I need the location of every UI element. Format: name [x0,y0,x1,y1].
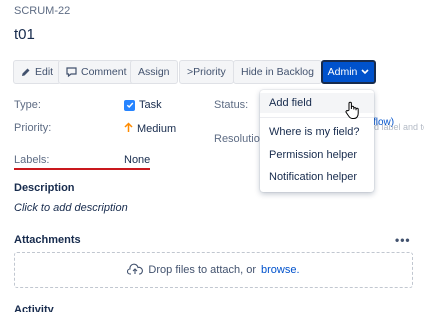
menu-item-permission-helper[interactable]: Permission helper [260,145,374,165]
labels-label: Labels: [14,154,50,166]
attachment-dropzone[interactable]: Drop files to attach, or browse. [14,252,413,288]
browse-link[interactable]: browse. [261,264,300,276]
type-label: Type: [14,99,41,111]
priority-button[interactable]: >Priority [179,60,234,84]
admin-button[interactable]: Admin [321,60,376,84]
priority-value[interactable]: Medium [124,122,176,136]
type-value-text: Task [139,99,162,111]
cloud-upload-icon [127,263,144,278]
arrow-up-icon [124,122,133,136]
menu-item-where-is-my-field[interactable]: Where is my field? [260,122,374,142]
assign-button-label: Assign [138,66,170,78]
labels-underline [14,168,150,170]
description-heading: Description [14,182,75,194]
status-label: Status: [214,99,249,111]
priority-label: Priority: [14,122,52,134]
comment-icon [66,67,77,77]
resolution-label: Resolution [214,133,266,145]
type-value[interactable]: Task [124,99,162,111]
priority-value-text: Medium [137,123,177,135]
attachments-heading: Attachments [14,234,81,246]
description-placeholder[interactable]: Click to add description [14,202,128,214]
hand-cursor-icon [344,101,360,123]
hide-in-backlog-button-label: Hide in Backlog [241,66,314,78]
activity-heading: Activity [14,304,54,312]
edit-button-label: Edit [35,66,54,78]
pencil-icon [21,67,31,77]
issue-title[interactable]: t01 [14,26,35,43]
comment-button[interactable]: Comment [58,60,135,84]
hide-in-backlog-button[interactable]: Hide in Backlog [233,60,322,84]
issue-key[interactable]: SCRUM-22 [14,5,70,17]
drop-text: Drop files to attach, or [148,264,257,276]
checkbox-icon [124,99,135,111]
menu-item-notification-helper[interactable]: Notification helper [260,167,374,187]
labels-value[interactable]: None [124,154,150,166]
edit-button[interactable]: Edit [13,60,62,84]
assign-button[interactable]: Assign [130,60,178,84]
comment-button-label: Comment [81,66,127,78]
chevron-down-icon [361,66,369,78]
admin-button-label: Admin [327,66,358,78]
more-icon[interactable]: ••• [395,233,411,247]
priority-button-label: >Priority [187,66,226,78]
